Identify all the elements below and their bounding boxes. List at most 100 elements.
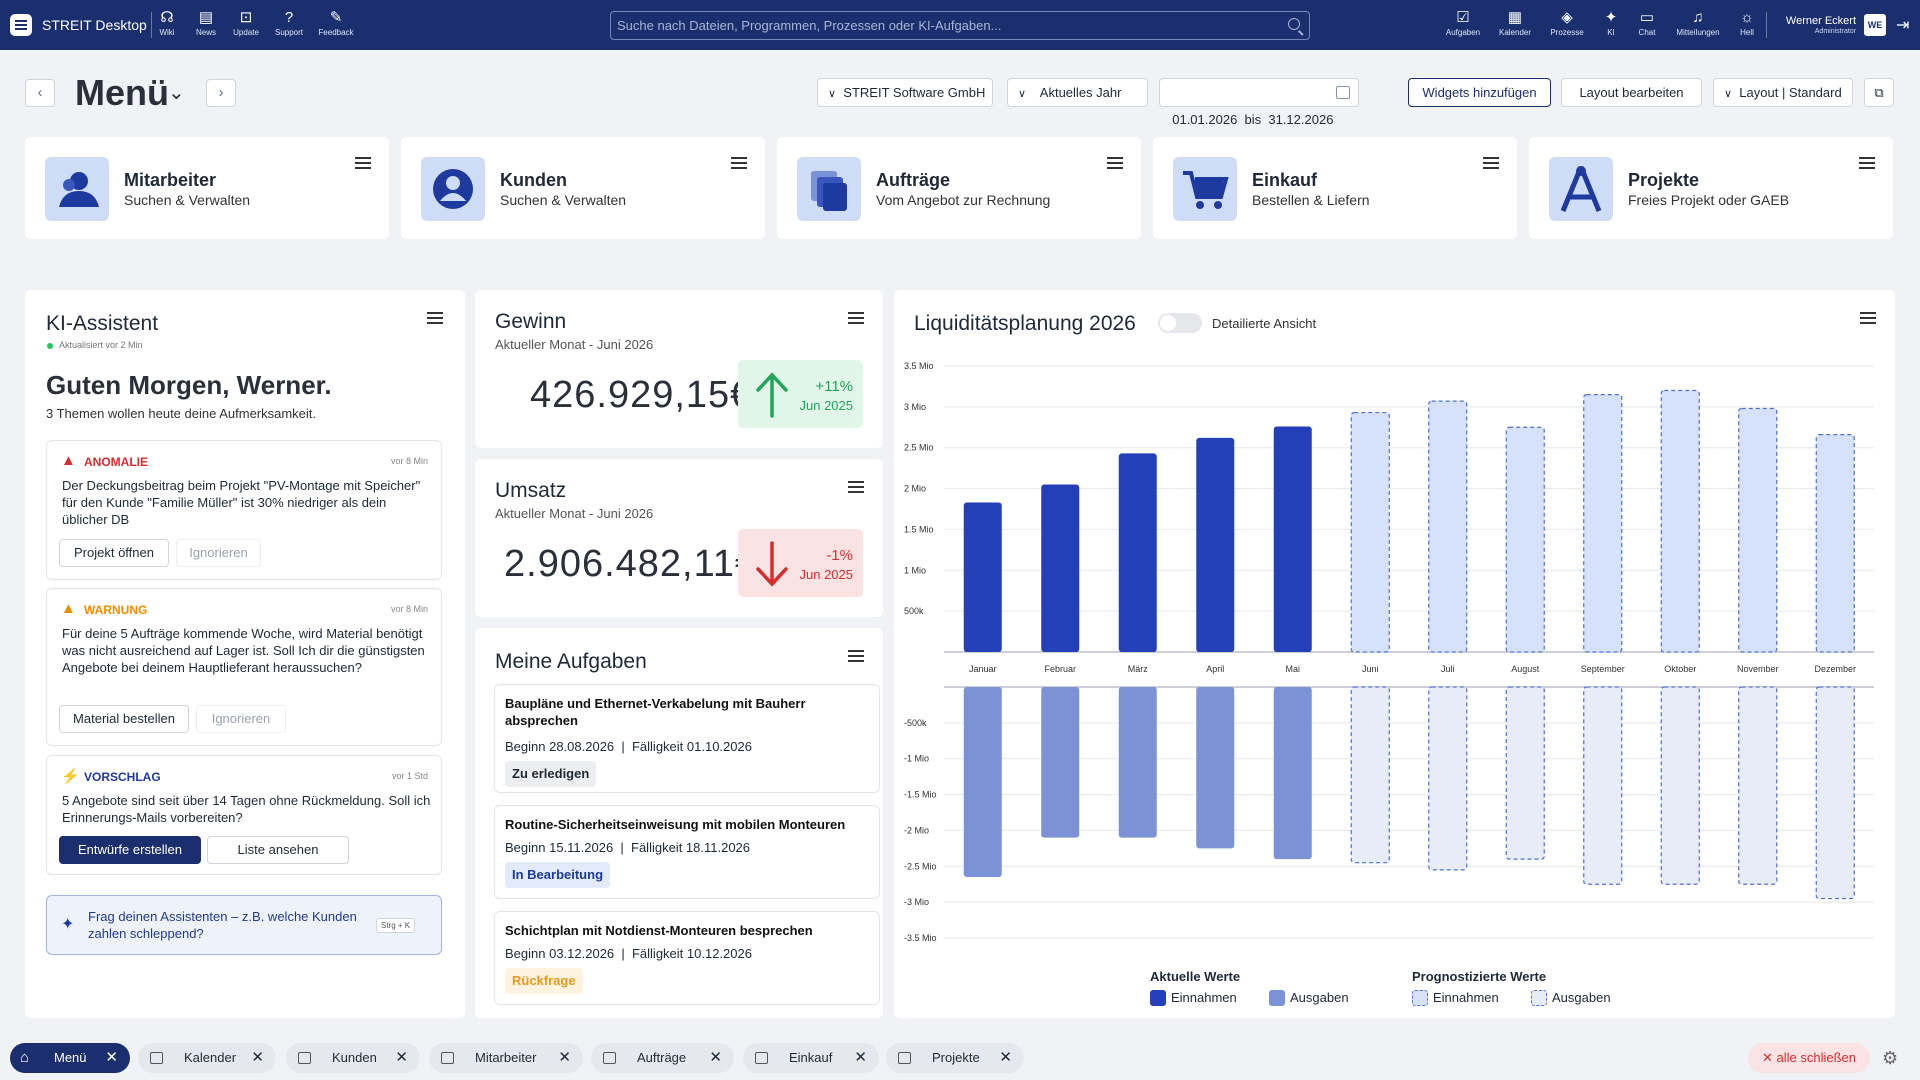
forecast-expense-bar-juni[interactable]: [1350, 686, 1390, 864]
income-bar-april[interactable]: [1196, 437, 1235, 652]
income-bar-februar[interactable]: [1041, 484, 1080, 652]
topbar-nav-update[interactable]: ⊡ Update: [224, 8, 268, 37]
topbar-nav-wiki[interactable]: ☊ Wiki: [145, 8, 189, 37]
profit-trend-badge: +11% Jun 2025: [738, 360, 863, 428]
income-bar-januar[interactable]: [963, 502, 1002, 652]
alert-primary-button[interactable]: Projekt öffnen: [59, 539, 169, 567]
forecast-expense-bar-dezember[interactable]: [1815, 686, 1855, 900]
forecast-expense-bar-september[interactable]: [1583, 686, 1623, 885]
close-all-button[interactable]: ✕ alle schließen: [1748, 1043, 1870, 1073]
expense-bar-februar[interactable]: [1041, 687, 1080, 838]
logout-icon[interactable]: ⇥: [1896, 15, 1909, 35]
tile-mitarbeiter[interactable]: Mitarbeiter Suchen & Verwalten: [25, 137, 389, 239]
alert-secondary-button[interactable]: Ignorieren: [176, 539, 261, 567]
alert-secondary-button[interactable]: Liste ansehen: [207, 836, 349, 864]
alert-primary-button[interactable]: Entwürfe erstellen: [59, 836, 201, 864]
topbar-nav-prozesse[interactable]: ◈ Prozesse: [1545, 8, 1589, 37]
tile-aufträge[interactable]: Aufträge Vom Angebot zur Rechnung: [777, 137, 1141, 239]
close-icon[interactable]: ✕: [709, 1043, 722, 1073]
user-name[interactable]: Werner Eckert: [1776, 15, 1856, 27]
topbar-nav-mitteilungen[interactable]: ♫ Mitteilungen: [1676, 8, 1720, 37]
topbar-nav-chat[interactable]: ▭ Chat: [1625, 8, 1669, 37]
expense-bar-januar[interactable]: [963, 687, 1002, 878]
tab-kalender[interactable]: Kalender ✕: [138, 1043, 276, 1073]
alert-primary-button[interactable]: Material bestellen: [59, 705, 189, 733]
menu-icon[interactable]: [848, 481, 864, 483]
income-bar-märz[interactable]: [1118, 453, 1157, 652]
forecast-income-bar-august[interactable]: [1505, 426, 1545, 653]
back-button[interactable]: ‹: [25, 79, 55, 107]
ask-assistant-input[interactable]: ✦ Frag deinen Assistenten – z.B. welche …: [46, 895, 442, 955]
gear-icon[interactable]: ⚙: [1882, 1048, 1898, 1069]
layout-select[interactable]: ∨ Layout | Standard: [1713, 78, 1853, 107]
status-badge[interactable]: Zu erledigen: [505, 761, 597, 787]
topbar-nav-aufgaben[interactable]: ☑ Aufgaben: [1441, 8, 1485, 37]
tab-menü[interactable]: ⌂ Menü ✕: [10, 1043, 130, 1073]
close-icon[interactable]: ✕: [395, 1043, 408, 1073]
expense-bar-märz[interactable]: [1118, 687, 1157, 838]
topbar-nav-kalender[interactable]: ▦ Kalender: [1493, 8, 1537, 37]
menu-icon[interactable]: [1483, 157, 1499, 159]
avatar[interactable]: WE: [1864, 14, 1886, 36]
menu-icon[interactable]: [1107, 157, 1123, 159]
menu-icon[interactable]: [427, 312, 443, 314]
close-icon[interactable]: ✕: [999, 1043, 1012, 1073]
menu-icon[interactable]: [731, 157, 747, 159]
tab-kunden[interactable]: Kunden ✕: [286, 1043, 420, 1073]
y-tick-label: -2 Mio: [904, 825, 929, 835]
forecast-income-bar-oktober[interactable]: [1660, 389, 1700, 653]
close-icon[interactable]: ✕: [854, 1043, 867, 1073]
company-select[interactable]: ∨ STREIT Software GmbH: [817, 78, 993, 107]
legend-forecast-title: Prognostizierte Werte: [1412, 969, 1547, 984]
expense-bar-mai[interactable]: [1273, 687, 1312, 860]
topbar-nav-hell[interactable]: ☼ Hell: [1725, 8, 1769, 37]
edit-layout-button[interactable]: Layout bearbeiten: [1561, 78, 1702, 107]
expense-bar-april[interactable]: [1196, 687, 1235, 849]
tab-einkauf[interactable]: Einkauf ✕: [743, 1043, 879, 1073]
tab-mitarbeiter[interactable]: Mitarbeiter ✕: [429, 1043, 583, 1073]
task-card[interactable]: Baupläne und Ethernet-Verkabelung mit Ba…: [494, 684, 880, 793]
tile-projekte[interactable]: Projekte Freies Projekt oder GAEB: [1529, 137, 1893, 239]
global-search-input[interactable]: Suche nach Dateien, Programmen, Prozesse…: [610, 11, 1310, 40]
forward-button[interactable]: ›: [206, 79, 236, 107]
status-badge[interactable]: In Bearbeitung: [505, 862, 611, 888]
menu-icon[interactable]: [1859, 157, 1875, 159]
close-icon[interactable]: ✕: [105, 1043, 118, 1073]
forecast-income-bar-juni[interactable]: [1350, 411, 1390, 653]
forecast-expense-bar-november[interactable]: [1738, 686, 1778, 885]
chevron-down-icon[interactable]: ⌄: [168, 80, 185, 105]
tab-aufträge[interactable]: Aufträge ✕: [591, 1043, 734, 1073]
add-window-icon[interactable]: ⧉: [1864, 78, 1894, 107]
forecast-income-bar-september[interactable]: [1583, 393, 1623, 653]
chat-icon: ▭: [1639, 9, 1655, 26]
close-icon[interactable]: ✕: [251, 1043, 264, 1073]
task-card[interactable]: Schichtplan mit Notdienst-Monteuren besp…: [494, 911, 880, 1005]
task-card[interactable]: Routine-Sicherheitseinweisung mit mobile…: [494, 805, 880, 899]
add-widgets-button[interactable]: Widgets hinzufügen: [1408, 78, 1551, 107]
tile-kunden[interactable]: Kunden Suchen & Verwalten: [401, 137, 765, 239]
menu-icon[interactable]: [355, 157, 371, 159]
date-range-input[interactable]: 01.01.2026 bis 31.12.2026: [1159, 78, 1359, 127]
search-icon[interactable]: [1288, 18, 1300, 30]
income-bar-mai[interactable]: [1273, 426, 1312, 652]
topbar-nav-feedback[interactable]: ✎ Feedback: [314, 8, 358, 37]
menu-icon[interactable]: [848, 650, 864, 652]
forecast-income-bar-juli[interactable]: [1428, 400, 1468, 653]
status-badge[interactable]: Rückfrage: [505, 968, 583, 994]
forecast-expense-bar-august[interactable]: [1505, 686, 1545, 860]
tab-label: Kunden: [332, 1050, 377, 1065]
tile-einkauf[interactable]: Einkauf Bestellen & Liefern: [1153, 137, 1517, 239]
tab-projekte[interactable]: Projekte ✕: [886, 1043, 1024, 1073]
alert-secondary-button[interactable]: Ignorieren: [196, 705, 286, 733]
app-logo-icon[interactable]: [10, 14, 32, 36]
topbar-nav-news[interactable]: ▤ News: [184, 8, 228, 37]
menu-icon[interactable]: [848, 312, 864, 314]
forecast-expense-bar-oktober[interactable]: [1660, 686, 1700, 885]
topbar-nav-support[interactable]: ? Support: [267, 8, 311, 37]
forecast-income-bar-november[interactable]: [1738, 407, 1778, 653]
close-icon[interactable]: ✕: [558, 1043, 571, 1073]
calendar-icon[interactable]: [1336, 86, 1350, 99]
period-select[interactable]: ∨ Aktuelles Jahr: [1007, 78, 1148, 107]
forecast-income-bar-dezember[interactable]: [1815, 434, 1855, 653]
forecast-expense-bar-juli[interactable]: [1428, 686, 1468, 871]
